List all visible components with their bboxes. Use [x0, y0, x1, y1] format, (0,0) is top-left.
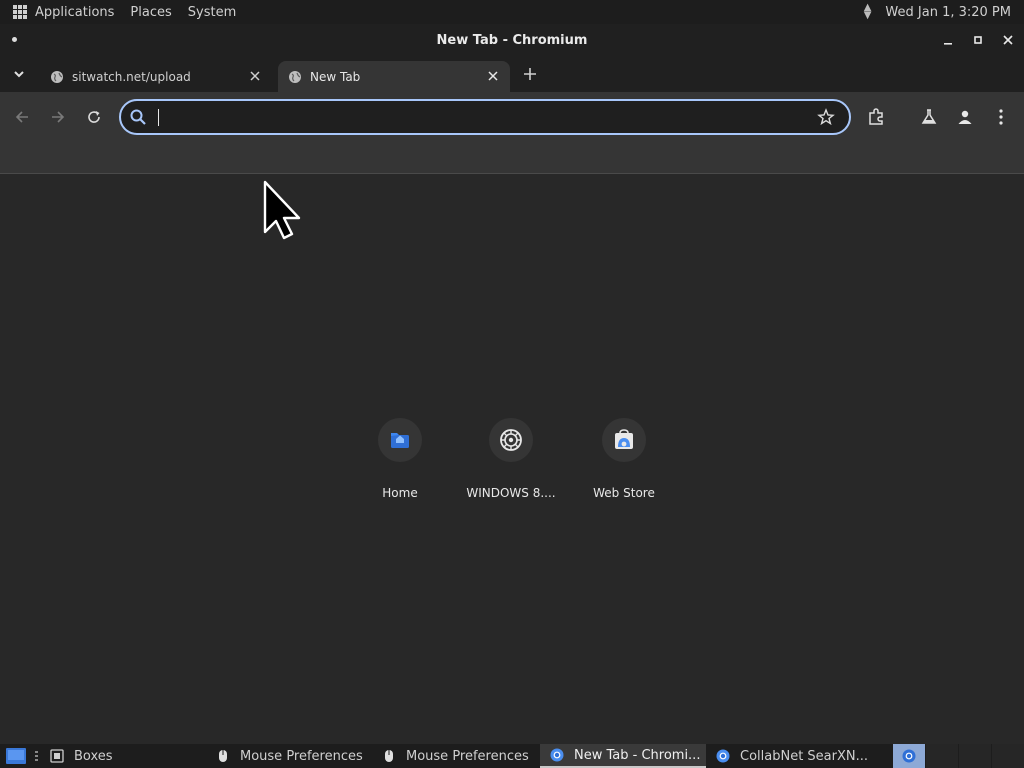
- back-button[interactable]: [12, 107, 32, 127]
- window-titlebar[interactable]: New Tab - Chromium: [0, 24, 1024, 56]
- apps-grid-icon[interactable]: [13, 5, 27, 19]
- shortcut-label: Web Store: [593, 486, 655, 500]
- window-menu-dot-icon[interactable]: [12, 37, 17, 42]
- desktop-screen: Applications Places System ▲ ▼ Wed Jan 1,…: [0, 0, 1024, 768]
- shortcut-tile: [489, 418, 533, 462]
- taskbar: Boxes Mouse Preferences Mouse Preference…: [0, 744, 1024, 768]
- tab-new-tab[interactable]: New Tab: [278, 61, 510, 92]
- taskbar-item-label: CollabNet SearXN...: [740, 748, 869, 764]
- puzzle-piece-icon: [869, 108, 883, 125]
- bookmark-star-icon[interactable]: [817, 108, 835, 126]
- taskbar-item-mouse-preferences-2[interactable]: Mouse Preferences: [372, 744, 538, 768]
- close-icon: [250, 71, 260, 81]
- mouse-pointer-icon: [263, 180, 301, 240]
- chromium-icon: [716, 749, 730, 763]
- chevron-down-icon: [14, 71, 24, 78]
- taskbar-item-mouse-preferences[interactable]: Mouse Preferences: [206, 744, 374, 768]
- taskbar-item-label: New Tab - Chromi...: [574, 747, 701, 763]
- forward-button[interactable]: [48, 107, 68, 127]
- chromium-icon: [550, 748, 564, 762]
- mouse-icon: [219, 750, 227, 762]
- close-tab-button[interactable]: [248, 69, 262, 83]
- three-dots-vertical-icon: [999, 109, 1003, 125]
- taskbar-item-label: Mouse Preferences: [406, 748, 529, 764]
- chromium-icon: [902, 749, 916, 763]
- tab-strip: sitwatch.net/upload New Tab: [0, 56, 1024, 92]
- workspace-switcher-3[interactable]: [959, 744, 991, 768]
- search-icon: [130, 109, 146, 125]
- taskbar-item-boxes[interactable]: Boxes: [40, 744, 210, 768]
- close-window-button[interactable]: [1000, 32, 1016, 48]
- flask-icon: [921, 109, 937, 124]
- tab-search-button[interactable]: [8, 64, 30, 84]
- plus-icon: [524, 68, 536, 80]
- close-tab-button[interactable]: [486, 69, 500, 83]
- maximize-icon: [974, 36, 982, 44]
- clock[interactable]: Wed Jan 1, 3:20 PM: [885, 5, 1011, 20]
- taskbar-item-label: Mouse Preferences: [240, 748, 363, 764]
- extensions-button[interactable]: [866, 107, 886, 127]
- workspace-switcher-4[interactable]: [992, 744, 1024, 768]
- arrow-left-icon: [15, 111, 28, 123]
- reload-button[interactable]: [84, 107, 104, 127]
- workspace-switcher-active[interactable]: [893, 744, 925, 768]
- shortcut-label: WINDOWS 8....: [466, 486, 556, 500]
- workspace-switcher-2[interactable]: [926, 744, 958, 768]
- places-menu[interactable]: Places: [130, 5, 171, 20]
- taskbar-item-new-tab-chromium[interactable]: New Tab - Chromi...: [540, 744, 706, 768]
- shortcut-tile: [378, 418, 422, 462]
- browser-toolbar: [0, 92, 1024, 142]
- applications-menu[interactable]: Applications: [35, 5, 114, 20]
- taskbar-handle[interactable]: [35, 751, 39, 761]
- window-title: New Tab - Chromium: [436, 32, 588, 48]
- arrow-right-icon: [52, 111, 65, 123]
- new-tab-page: Home WINDOWS 8.... Web Store: [0, 175, 1024, 744]
- tab-label: New Tab: [310, 69, 361, 84]
- person-icon: [958, 110, 972, 124]
- tab-label: sitwatch.net/upload: [72, 69, 191, 84]
- reload-icon: [88, 111, 100, 123]
- globe-icon: [51, 70, 63, 83]
- menu-button[interactable]: [991, 107, 1011, 127]
- network-arrows-icon[interactable]: ▲ ▼: [864, 3, 872, 21]
- taskbar-item-collabnet-searxng[interactable]: CollabNet SearXN...: [706, 744, 876, 768]
- boxes-icon: [50, 749, 64, 763]
- minimize-button[interactable]: [940, 32, 956, 48]
- address-input[interactable]: [155, 107, 805, 127]
- bookmarks-bar: [0, 142, 1024, 174]
- profile-button[interactable]: [955, 107, 975, 127]
- text-caret: [158, 109, 159, 126]
- taskbar-item-label: Boxes: [74, 748, 113, 764]
- minimize-icon: [944, 43, 952, 45]
- shortcut-tile: [602, 418, 646, 462]
- shortcut-home[interactable]: Home: [344, 417, 456, 505]
- shortcut-label: Home: [382, 486, 418, 500]
- shortcut-web-store[interactable]: Web Store: [568, 417, 680, 505]
- new-tab-button[interactable]: [520, 64, 540, 84]
- mouse-icon: [385, 750, 393, 762]
- gear-wheel-icon: [500, 429, 522, 451]
- home-folder-icon: [391, 433, 409, 448]
- system-menu[interactable]: System: [188, 5, 236, 20]
- globe-icon: [289, 70, 301, 83]
- labs-button[interactable]: [919, 107, 939, 127]
- web-store-icon: [615, 429, 633, 449]
- top-panel: Applications Places System ▲ ▼ Wed Jan 1,…: [0, 0, 1024, 24]
- maximize-button[interactable]: [970, 32, 986, 48]
- show-desktop-icon[interactable]: [6, 748, 26, 764]
- shortcut-windows8[interactable]: WINDOWS 8....: [455, 417, 567, 505]
- close-icon: [488, 71, 498, 81]
- address-bar[interactable]: [119, 99, 851, 135]
- tab-sitwatch[interactable]: sitwatch.net/upload: [40, 61, 272, 92]
- close-icon: [1003, 35, 1013, 45]
